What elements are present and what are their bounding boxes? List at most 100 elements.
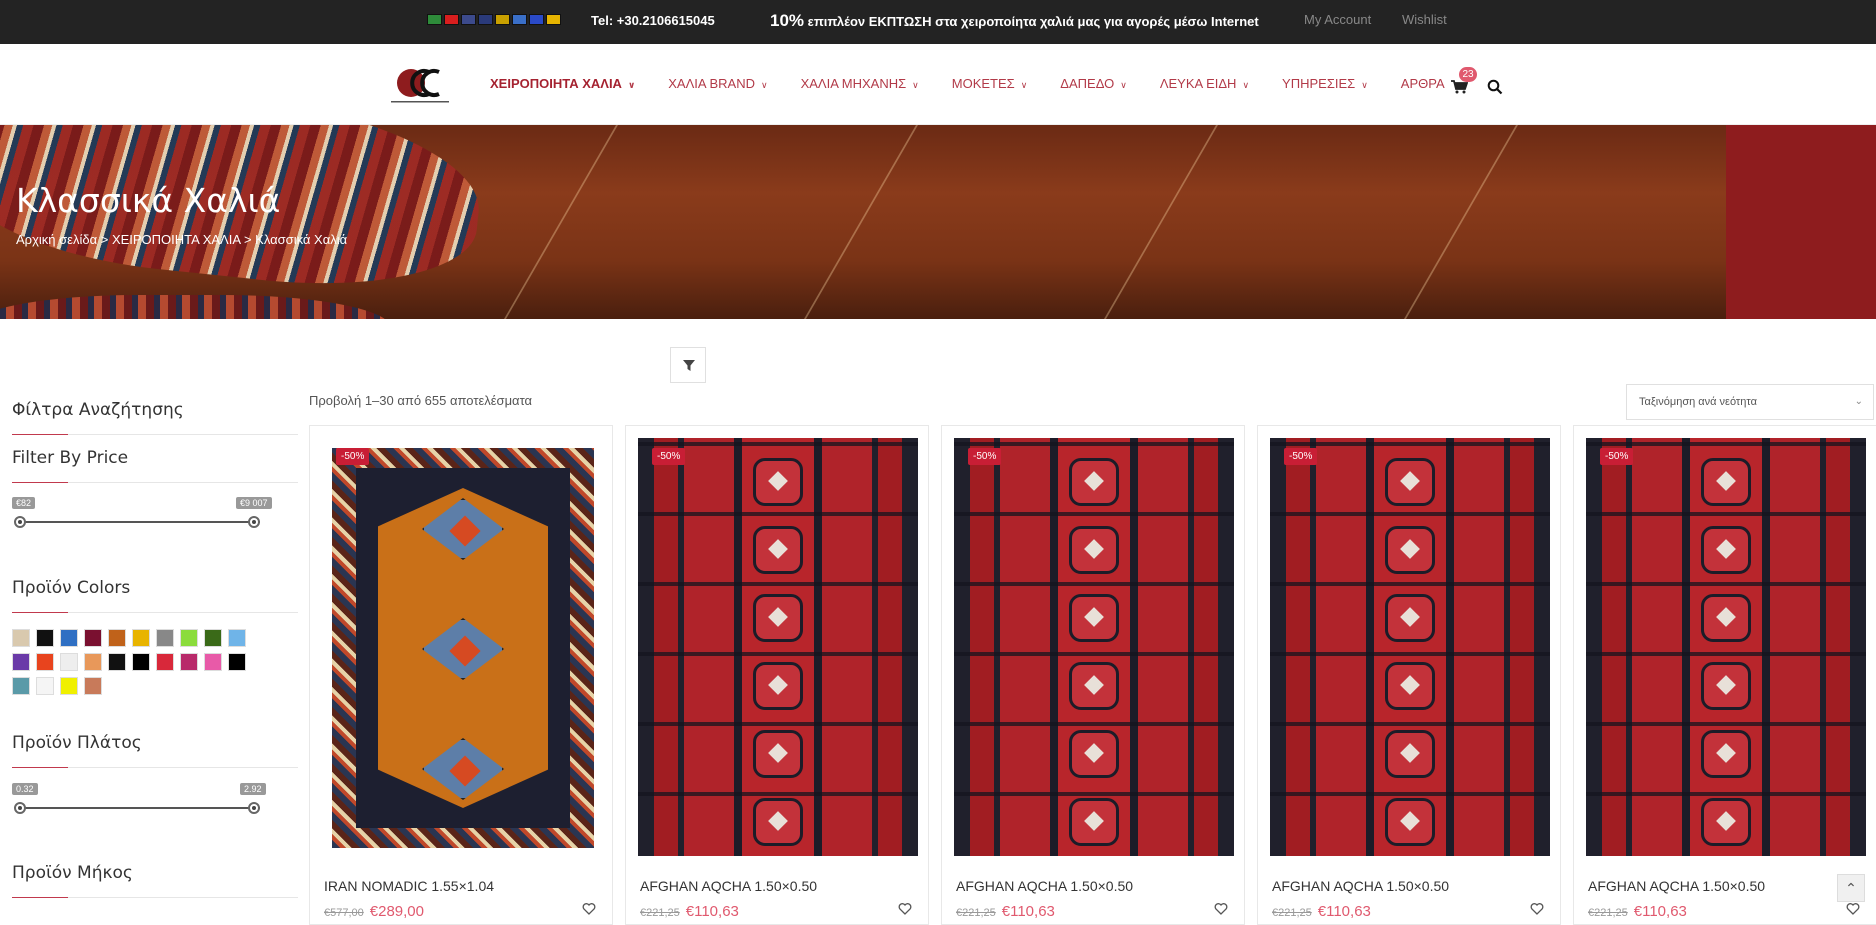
product-image[interactable] [1586, 438, 1866, 856]
product-image[interactable] [638, 438, 918, 856]
color-swatch[interactable] [12, 653, 30, 671]
chevron-down-icon: ∨ [1020, 80, 1028, 90]
nav-item-5[interactable]: ΛΕΥΚΑ ΕΙΔΗ ∨ [1160, 76, 1249, 91]
color-swatch[interactable] [132, 629, 150, 647]
color-swatch[interactable] [84, 677, 102, 695]
rug-image [638, 438, 918, 856]
product-card[interactable]: -50% AFGHAN AQCHA 1.50×0.50 €221,25 €110,63 [941, 425, 1245, 925]
color-swatch[interactable] [84, 629, 102, 647]
product-image[interactable] [322, 438, 602, 856]
price-max-label: €9 007 [236, 497, 272, 509]
color-swatch[interactable] [36, 653, 54, 671]
product-image[interactable] [954, 438, 1234, 856]
color-swatch[interactable] [36, 629, 54, 647]
color-swatch[interactable] [60, 629, 78, 647]
color-swatch[interactable] [228, 629, 246, 647]
scroll-to-top-button[interactable]: ⌃ [1837, 874, 1865, 902]
product-name[interactable]: AFGHAN AQCHA 1.50×0.50 [640, 878, 817, 894]
color-swatch[interactable] [108, 629, 126, 647]
product-image[interactable] [1270, 438, 1550, 856]
germany-flag-icon[interactable] [495, 14, 510, 25]
color-swatch[interactable] [156, 653, 174, 671]
product-card[interactable]: -50% AFGHAN AQCHA 1.50×0.50 €221,25 €110,63 [1573, 425, 1876, 925]
color-swatch[interactable] [204, 629, 222, 647]
sale-price: €110,63 [1317, 903, 1371, 920]
phone-number[interactable]: Tel: +30.2106615045 [591, 13, 715, 28]
width-max-handle[interactable] [248, 802, 260, 814]
rug-image [954, 438, 1234, 856]
wishlist-heart-icon[interactable] [898, 902, 912, 916]
nav-item-label: ΥΠΗΡΕΣΙΕΣ [1282, 76, 1356, 91]
nav-item-7[interactable]: ΑΡΘΡΑ [1401, 76, 1445, 91]
width-max-label: 2.92 [240, 783, 266, 795]
wishlist-heart-icon[interactable] [1530, 902, 1544, 916]
width-min-handle[interactable] [14, 802, 26, 814]
price-min-handle[interactable] [14, 516, 26, 528]
greece-flag-icon[interactable] [512, 14, 527, 25]
usa-flag-icon[interactable] [461, 14, 476, 25]
product-card[interactable]: -50% AFGHAN AQCHA 1.50×0.50 €221,25 €110,63 [1257, 425, 1561, 925]
site-logo[interactable] [389, 64, 453, 106]
uk-flag-icon[interactable] [478, 14, 493, 25]
chevron-down-icon: ∨ [1120, 80, 1127, 90]
nav-item-0[interactable]: ΧΕΙΡΟΠΟΙΗΤΑ ΧΑΛΙΑ ∨ [490, 76, 635, 91]
product-card[interactable]: -50% IRAN NOMADIC 1.55×1.04 €577,00 €289,00 [309, 425, 613, 925]
color-swatch[interactable] [12, 629, 30, 647]
color-swatches [12, 629, 252, 695]
filter-toggle-button[interactable] [670, 347, 706, 383]
russia-flag-icon[interactable] [529, 14, 544, 25]
rug-medallion [1701, 662, 1751, 710]
sort-selected-value: Ταξινόμηση ανά νεότητα [1639, 396, 1757, 408]
my-account-link[interactable]: My Account [1304, 12, 1371, 27]
nav-item-3[interactable]: ΜΟΚΕΤΕΣ ∨ [952, 76, 1028, 91]
color-swatch[interactable] [156, 629, 174, 647]
floor-plank-line [1403, 125, 1519, 319]
color-swatch[interactable] [36, 677, 54, 695]
color-swatch[interactable] [204, 653, 222, 671]
product-name[interactable]: IRAN NOMADIC 1.55×1.04 [324, 878, 494, 894]
color-swatch[interactable] [228, 653, 246, 671]
nav-item-6[interactable]: ΥΠΗΡΕΣΙΕΣ ∨ [1282, 76, 1368, 91]
product-card[interactable]: -50% AFGHAN AQCHA 1.50×0.50 €221,25 €110,63 [625, 425, 929, 925]
slider-track [20, 807, 260, 809]
promo-banner: 10% επιπλέον ΕΚΠΤΩΣΗ στα χειροποίητα χαλ… [770, 11, 1259, 31]
spain-flag-icon[interactable] [546, 14, 561, 25]
breadcrumb-category[interactable]: ΧΕΙΡΟΠΟΙΗΤΑ ΧΑΛΙΑ [112, 232, 240, 247]
nav-item-2[interactable]: ΧΑΛΙΑ ΜΗΧΑΝΗΣ ∨ [801, 76, 919, 91]
search-icon[interactable] [1487, 79, 1503, 95]
color-swatch[interactable] [108, 653, 126, 671]
nav-item-label: ΛΕΥΚΑ ΕΙΔΗ [1159, 76, 1237, 91]
product-name[interactable]: AFGHAN AQCHA 1.50×0.50 [956, 878, 1133, 894]
wishlist-heart-icon[interactable] [582, 902, 596, 916]
category-hero: Κλασσικά Χαλιά Αρχική σελίδα > ΧΕΙΡΟΠΟΙΗ… [0, 125, 1876, 319]
color-swatch[interactable] [60, 677, 78, 695]
nav-item-1[interactable]: ΧΑΛΙΑ BRAND ∨ [668, 76, 767, 91]
nav-item-4[interactable]: ΔΑΠΕΔΟ ∨ [1060, 76, 1127, 91]
color-swatch[interactable] [84, 653, 102, 671]
rug-medallion [753, 798, 803, 846]
breadcrumb-home[interactable]: Αρχική σελίδα [16, 232, 97, 247]
width-range-slider[interactable]: 0.32 2.92 [12, 783, 272, 823]
price-range-slider[interactable]: €82 €9 007 [12, 497, 272, 537]
product-name[interactable]: AFGHAN AQCHA 1.50×0.50 [1588, 878, 1765, 894]
old-price: €221,25 [1272, 907, 1312, 919]
product-name[interactable]: AFGHAN AQCHA 1.50×0.50 [1272, 878, 1449, 894]
color-swatch[interactable] [60, 653, 78, 671]
saudi-flag-icon[interactable] [427, 14, 442, 25]
color-swatch[interactable] [180, 629, 198, 647]
color-swatch[interactable] [12, 677, 30, 695]
wishlist-heart-icon[interactable] [1846, 902, 1860, 916]
rug-medallion [753, 594, 803, 642]
page-title: Κλασσικά Χαλιά [16, 181, 281, 220]
color-swatch[interactable] [132, 653, 150, 671]
rug-image [1586, 438, 1866, 856]
wishlist-heart-icon[interactable] [1214, 902, 1228, 916]
color-swatch[interactable] [180, 653, 198, 671]
price-max-handle[interactable] [248, 516, 260, 528]
sort-select[interactable]: Ταξινόμηση ανά νεότητα ⌄ [1626, 384, 1874, 420]
rug-medallion [1069, 526, 1119, 574]
china-flag-icon[interactable] [444, 14, 459, 25]
wishlist-link[interactable]: Wishlist [1402, 12, 1447, 27]
product-price: €221,25 €110,63 [1272, 903, 1371, 920]
rug-medallion [753, 730, 803, 778]
